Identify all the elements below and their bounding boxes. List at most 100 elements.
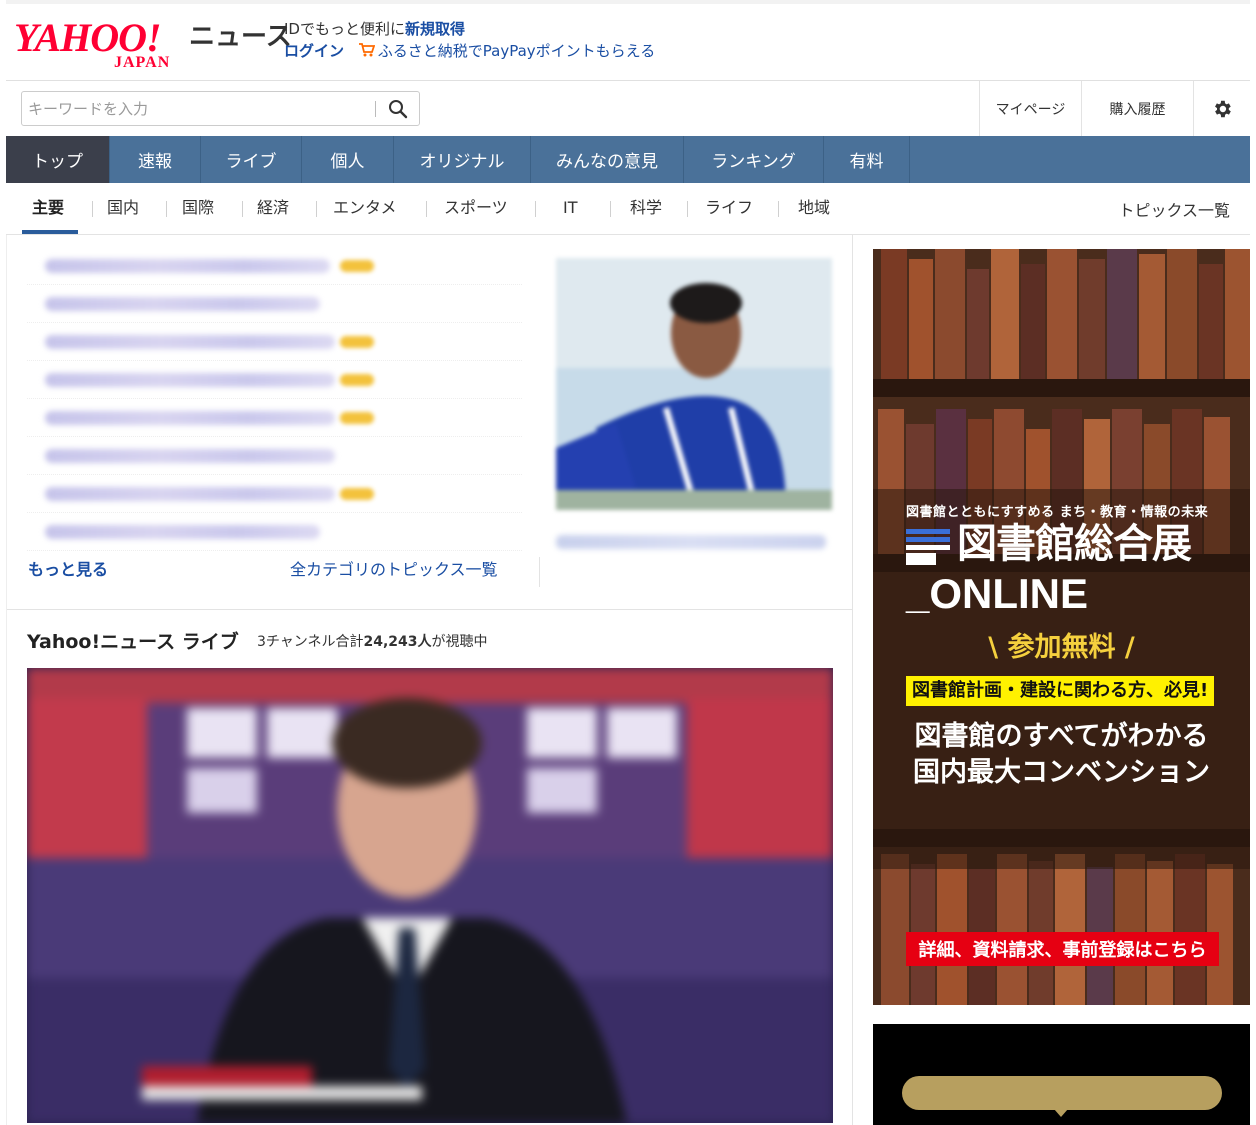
topic-new-badge: [340, 260, 374, 272]
promo-text: IDでもっと便利に: [284, 20, 405, 38]
logo-news-text[interactable]: ニュース: [189, 22, 292, 52]
search-row: マイページ 購入履歴: [6, 80, 1250, 136]
main-column: もっと見る 全カテゴリのトピックス一覧 Yahoo!ニュース ライブ 3チャンネ…: [6, 235, 853, 1125]
topics-list-link[interactable]: トピックス一覧: [1118, 197, 1230, 221]
ad-free-label: \ 参加無料 /: [988, 632, 1135, 663]
register-link[interactable]: 新規取得: [405, 20, 465, 38]
category-ranking[interactable]: ランキング: [684, 136, 824, 183]
subnav-divider: [166, 201, 167, 217]
category-live[interactable]: ライブ: [201, 136, 302, 183]
topic-item[interactable]: [27, 399, 522, 437]
promo-line1: IDでもっと便利に新規取得: [284, 18, 655, 40]
category-personal[interactable]: 個人: [302, 136, 394, 183]
category-paid[interactable]: 有料: [824, 136, 910, 183]
settings-button[interactable]: [1193, 81, 1250, 136]
subnav-divider: [426, 201, 427, 217]
library-fair-logo-icon: [906, 527, 950, 567]
topic-item[interactable]: [27, 513, 522, 551]
topic-item[interactable]: [27, 437, 522, 475]
topic-headline-blurred: [45, 297, 320, 311]
subnav-active-indicator: [22, 230, 78, 234]
category-original[interactable]: オリジナル: [394, 136, 531, 183]
search-input[interactable]: [28, 96, 368, 121]
subnav-life[interactable]: ライフ: [705, 197, 753, 219]
topic-item[interactable]: [27, 285, 522, 323]
topic-headline-blurred: [45, 487, 335, 501]
feature-caption-blurred[interactable]: [556, 535, 826, 549]
ad-pill-tip: [1054, 1109, 1068, 1117]
subnav-divider: [778, 201, 779, 217]
live-viewer-count: 24,243人: [363, 634, 432, 650]
search-box: [21, 91, 420, 126]
ad-desc-line2: 国内最大コンベンション: [913, 757, 1210, 788]
topic-new-badge: [340, 336, 374, 348]
second-ad[interactable]: [873, 1024, 1250, 1125]
ad-title: 図書館総合展: [957, 521, 1192, 567]
bookshelf-background: [873, 249, 1250, 1005]
topic-headline-blurred: [45, 525, 320, 539]
topic-item[interactable]: [27, 361, 522, 399]
sub-nav: 主要 国内 国際 経済 エンタメ スポーツ IT 科学 ライフ 地域 トピックス…: [6, 183, 1250, 235]
subnav-it[interactable]: IT: [563, 197, 578, 219]
live-video-player[interactable]: [27, 668, 833, 1123]
subnav-divider: [92, 201, 93, 217]
ad-subtitle: 図書館とともにすすめる まち・教育・情報の未来: [906, 505, 1209, 520]
library-fair-ad[interactable]: 図書館とともにすすめる まち・教育・情報の未来 図書館総合展 _ONLINE \…: [873, 249, 1250, 1005]
ad-online-label: _ONLINE: [906, 570, 1089, 617]
ad-cta-button[interactable]: 詳細、資料請求、事前登録はこちら: [906, 932, 1219, 966]
subnav-science[interactable]: 科学: [630, 197, 662, 219]
utility-nav: マイページ 購入履歴: [979, 81, 1250, 136]
search-divider: [375, 101, 376, 117]
ad-description: 図書館のすべてがわかる 国内最大コンベンション: [873, 719, 1250, 791]
ad-highlight: 図書館計画・建設に関わる方、必見!: [906, 676, 1215, 706]
more-link[interactable]: もっと見る: [28, 556, 108, 580]
topic-item[interactable]: [27, 247, 522, 285]
live-section: Yahoo!ニュース ライブ 3チャンネル合計24,243人が視聴中: [7, 611, 853, 1125]
header-promo: IDでもっと便利に新規取得 ログイン ふるさと納税でPayPayポイントもらえる: [284, 18, 655, 62]
topics-section: もっと見る 全カテゴリのトピックス一覧: [7, 235, 853, 610]
topic-list: [27, 247, 522, 551]
cart-icon: [358, 43, 375, 57]
masthead: YAHOO! JAPAN ニュース IDでもっと便利に新規取得 ログイン ふるさ…: [6, 0, 1250, 80]
topic-item[interactable]: [27, 475, 522, 513]
all-categories-topics-link[interactable]: 全カテゴリのトピックス一覧: [290, 556, 498, 580]
promo-line2: ログイン ふるさと納税でPayPayポイントもらえる: [284, 40, 655, 62]
topic-new-badge: [340, 412, 374, 424]
live-meta-suffix: が視聴中: [431, 634, 488, 650]
subnav-economy[interactable]: 経済: [257, 197, 289, 219]
category-breaking[interactable]: 速報: [110, 136, 201, 183]
subnav-local[interactable]: 地域: [798, 197, 830, 219]
subnav-main[interactable]: 主要: [32, 197, 64, 219]
subnav-sports[interactable]: スポーツ: [444, 197, 508, 219]
subnav-entertainment[interactable]: エンタメ: [333, 197, 397, 219]
feature-image[interactable]: [556, 258, 832, 510]
search-button[interactable]: [382, 95, 414, 123]
live-viewer-meta: 3チャンネル合計24,243人が視聴中: [257, 631, 488, 651]
subnav-divider: [610, 201, 611, 217]
subnav-divider: [687, 201, 688, 217]
category-opinions[interactable]: みんなの意見: [531, 136, 684, 183]
live-section-title: Yahoo!ニュース ライブ: [27, 631, 239, 653]
topic-headline-blurred: [45, 449, 335, 463]
subnav-divider: [535, 201, 536, 217]
subnav-world[interactable]: 国際: [182, 197, 214, 219]
topic-new-badge: [340, 488, 374, 500]
subnav-divider: [242, 201, 243, 217]
topic-headline-blurred: [45, 259, 330, 273]
furusato-link[interactable]: ふるさと納税でPayPayポイントもらえる: [378, 42, 655, 60]
live-meta-prefix: 3チャンネル合計: [257, 634, 364, 650]
ad-column: 図書館とともにすすめる まち・教育・情報の未来 図書館総合展 _ONLINE \…: [873, 249, 1250, 1005]
search-icon: [389, 100, 408, 119]
topic-headline-blurred: [45, 411, 335, 425]
subnav-domestic[interactable]: 国内: [107, 197, 139, 219]
yahoo-news-logo[interactable]: YAHOO! JAPAN: [14, 16, 189, 72]
topic-headline-blurred: [45, 335, 335, 349]
topic-item[interactable]: [27, 323, 522, 361]
category-top[interactable]: トップ: [6, 136, 110, 183]
ad-desc-line1: 図書館のすべてがわかる: [914, 721, 1209, 752]
purchase-history-link[interactable]: 購入履歴: [1081, 81, 1193, 136]
login-link[interactable]: ログイン: [284, 42, 344, 60]
logo-japan-text: JAPAN: [114, 54, 171, 71]
mypage-link[interactable]: マイページ: [979, 81, 1081, 136]
category-nav: トップ 速報 ライブ 個人 オリジナル みんなの意見 ランキング 有料: [6, 136, 1250, 183]
